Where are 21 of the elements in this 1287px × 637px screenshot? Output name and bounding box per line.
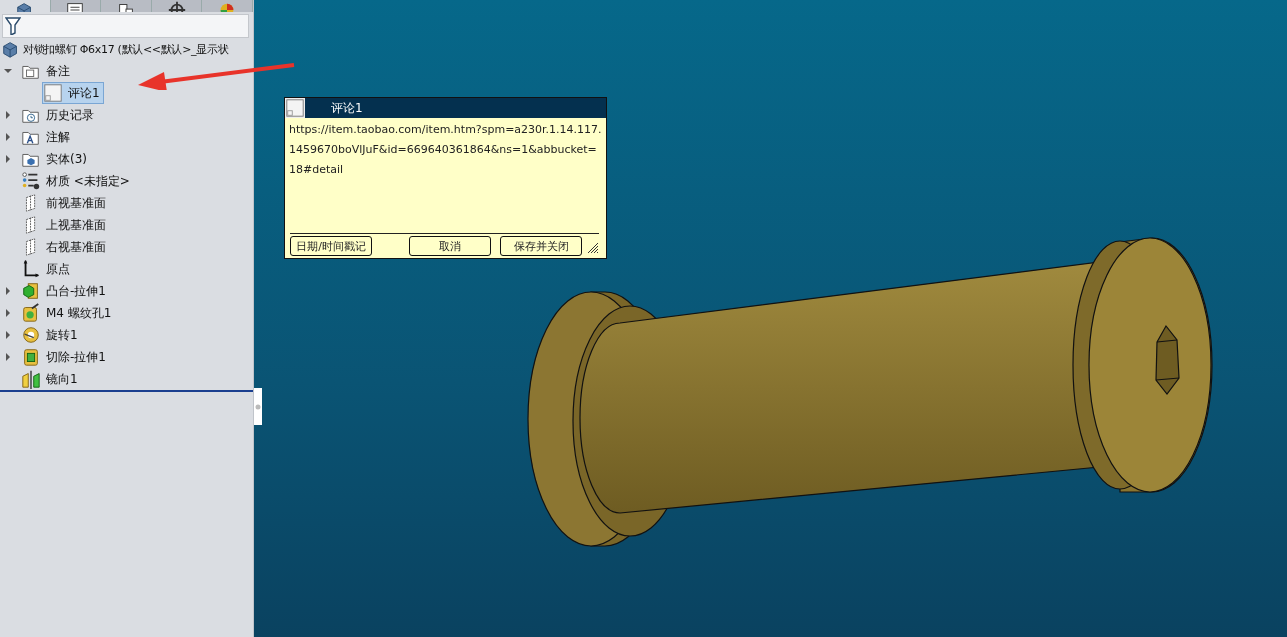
tree-item[interactable]: 评论1	[42, 82, 104, 104]
tree-item-label[interactable]: M4 螺纹孔1	[46, 304, 112, 322]
save-close-button[interactable]: 保存并关闭	[500, 236, 582, 256]
note-text[interactable]: https://item.taobao.com/item.htm?spm=a230r.1.14.117.1459670boVlJuF&id=669640361864&ns=1&abbucket=18#detail	[285, 118, 606, 233]
tree-item-label[interactable]: 旋转1	[46, 326, 78, 344]
tree-item-label[interactable]: 凸台-拉伸1	[46, 282, 106, 300]
tree-item-label[interactable]: 上视基准面	[46, 216, 106, 234]
tree-item-label[interactable]: 材质 <未指定>	[46, 172, 130, 190]
timestamp-button[interactable]: 日期/时间戳记	[290, 236, 372, 256]
part-name[interactable]: 对锁扣螺钉 Φ6x17 (默认<<默认>_显示状	[23, 41, 229, 57]
tree-item-label[interactable]: 历史记录	[46, 106, 94, 124]
cancel-button[interactable]: 取消	[409, 236, 491, 256]
tree-item-label[interactable]: 备注	[46, 62, 70, 80]
tree-item-label[interactable]: 镜向1	[46, 370, 78, 388]
tree-item-label[interactable]: 原点	[46, 260, 70, 278]
note-title: 评论1	[331, 99, 363, 117]
tree-item-label[interactable]: 前视基准面	[46, 194, 106, 212]
tree-item-label[interactable]: 切除-拉伸1	[46, 348, 106, 366]
tree-item-label[interactable]: 实体(3)	[46, 150, 87, 168]
tree-item-label[interactable]: 注解	[46, 128, 70, 146]
tree-item-label[interactable]: 右视基准面	[46, 238, 106, 256]
